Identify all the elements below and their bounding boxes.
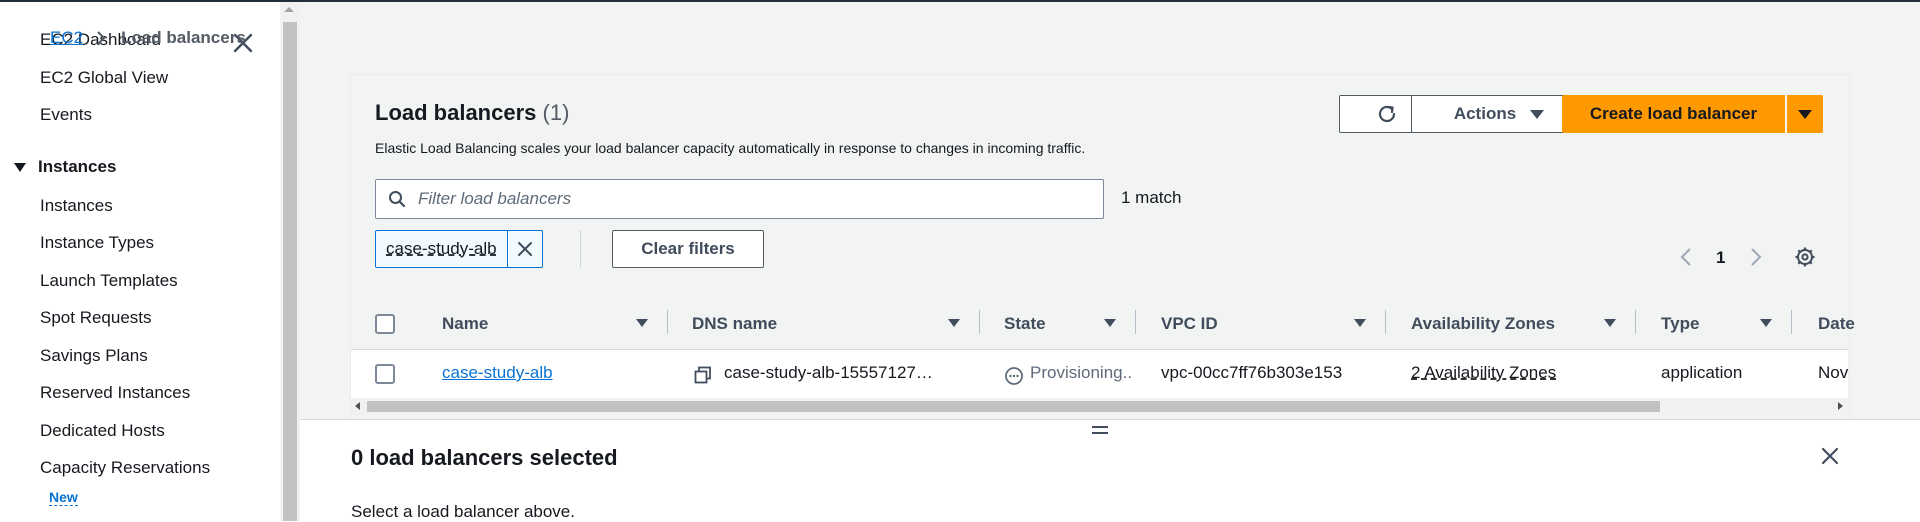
filter-input[interactable] — [416, 188, 1070, 210]
caret-down-icon — [1798, 109, 1812, 119]
cell-vpc-id: vpc-00cc7ff76b303e153 — [1161, 363, 1343, 382]
drag-handle-icon[interactable] — [1092, 426, 1108, 438]
column-header-state[interactable]: State — [1004, 314, 1046, 334]
column-header-type[interactable]: Type — [1661, 314, 1699, 334]
sidebar-item-launch-templates[interactable]: Launch Templates — [40, 271, 178, 291]
clear-filters-button[interactable]: Clear filters — [612, 230, 764, 268]
column-separator[interactable] — [1385, 310, 1386, 334]
new-badge: New — [49, 489, 78, 506]
column-separator[interactable] — [1135, 310, 1136, 334]
filter-token: case-study-alb — [375, 230, 543, 268]
create-load-balancer-dropdown[interactable] — [1787, 95, 1823, 133]
column-header-vpc-id[interactable]: VPC ID — [1161, 314, 1218, 334]
sort-caret-icon[interactable] — [1104, 319, 1116, 327]
close-icon[interactable] — [1821, 447, 1839, 465]
table-header — [351, 297, 1848, 350]
refresh-icon — [1378, 105, 1396, 123]
column-separator[interactable] — [1635, 310, 1636, 334]
cell-name-link[interactable]: case-study-alb — [442, 363, 553, 383]
sidebar-item-dedicated-hosts[interactable]: Dedicated Hosts — [40, 421, 165, 441]
sidebar-item-instances[interactable]: Instances — [40, 196, 113, 216]
column-separator[interactable] — [1791, 310, 1792, 334]
chevron-left-icon[interactable] — [1680, 247, 1692, 267]
sidebar-section-label: Instances — [38, 157, 117, 176]
sort-caret-icon[interactable] — [948, 319, 960, 327]
gear-icon[interactable] — [1794, 246, 1816, 268]
sidebar-item-capacity-reservations[interactable]: Capacity Reservations — [40, 458, 210, 478]
table-scrollbar-thumb[interactable] — [367, 401, 1660, 412]
cell-availability-zones[interactable]: 2 Availability Zones — [1411, 363, 1556, 383]
scroll-left-arrow-icon[interactable] — [355, 402, 360, 410]
sidebar-item-savings-plans[interactable]: Savings Plans — [40, 346, 148, 366]
actions-button[interactable]: Actions — [1411, 95, 1587, 133]
column-separator[interactable] — [667, 310, 668, 334]
match-count: 1 match — [1121, 188, 1182, 207]
row-checkbox[interactable] — [375, 364, 395, 384]
copy-icon[interactable] — [694, 366, 712, 384]
panel-description: Elastic Load Balancing scales your load … — [375, 140, 1086, 156]
sidebar-item-instance-types[interactable]: Instance Types — [40, 233, 154, 253]
cell-state: Provisioning.. — [1030, 363, 1133, 382]
scroll-right-arrow-icon[interactable] — [1838, 402, 1843, 410]
scroll-up-arrow-icon[interactable] — [284, 7, 294, 12]
search-icon — [388, 190, 406, 208]
sidebar: EC2 Dashboard EC2 Global View Events Ins… — [0, 2, 280, 521]
filter-token-label[interactable]: case-study-alb — [376, 239, 507, 259]
breadcrumb: EC2 Load balancers — [50, 28, 246, 48]
status-pending-icon — [1004, 366, 1024, 386]
split-panel-title: 0 load balancers selected — [351, 445, 618, 470]
caret-down-icon — [14, 162, 26, 172]
sidebar-item-ec2-global-view[interactable]: EC2 Global View — [40, 68, 168, 88]
column-header-name[interactable]: Name — [442, 314, 488, 334]
filter-box[interactable] — [375, 179, 1104, 219]
actions-button-label: Actions — [1453, 104, 1517, 123]
column-header-availability-zones[interactable]: Availability Zones — [1411, 314, 1555, 334]
page-number[interactable]: 1 — [1716, 248, 1725, 268]
breadcrumb-ec2-link[interactable]: EC2 — [50, 28, 83, 48]
panel-title-count: (1) — [542, 100, 570, 125]
column-separator[interactable] — [979, 310, 980, 334]
page-title: Load balancers (1) — [375, 100, 569, 126]
split-panel-description: Select a load balancer above. — [351, 502, 575, 521]
caret-down-icon — [1530, 109, 1545, 119]
sidebar-section-instances[interactable]: Instances — [14, 157, 116, 177]
column-header-date[interactable]: Date — [1818, 314, 1855, 334]
close-icon[interactable] — [508, 231, 542, 267]
chevron-right-icon[interactable] — [1750, 247, 1762, 267]
sort-caret-icon[interactable] — [1760, 319, 1772, 327]
select-all-checkbox[interactable] — [375, 314, 395, 334]
sidebar-scrollbar-thumb[interactable] — [283, 22, 297, 521]
create-load-balancer-button[interactable]: Create load balancer — [1562, 95, 1785, 133]
sort-caret-icon[interactable] — [1354, 319, 1366, 327]
cell-type: application — [1661, 363, 1743, 382]
cell-date: Nov — [1818, 363, 1849, 382]
column-header-dns-name[interactable]: DNS name — [692, 314, 777, 334]
filter-separator — [580, 230, 581, 268]
sort-caret-icon[interactable] — [636, 319, 648, 327]
sort-caret-icon[interactable] — [1604, 319, 1616, 327]
cell-dns-name: case-study-alb-15557127… — [724, 363, 933, 382]
sidebar-item-reserved-instances[interactable]: Reserved Instances — [40, 383, 190, 403]
sidebar-item-spot-requests[interactable]: Spot Requests — [40, 308, 152, 328]
breadcrumb-current: Load balancers — [121, 28, 246, 47]
sidebar-item-events[interactable]: Events — [40, 105, 92, 125]
chevron-right-icon — [95, 30, 107, 46]
panel-title-text: Load balancers — [375, 100, 537, 125]
